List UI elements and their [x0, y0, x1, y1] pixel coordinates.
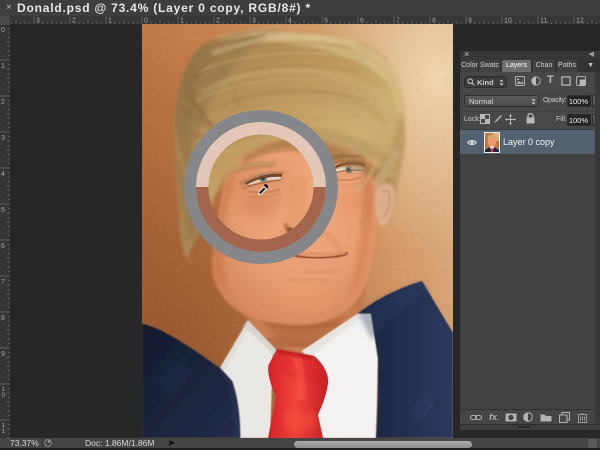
- svg-text:5: 5: [1, 207, 5, 214]
- svg-text:8: 8: [432, 18, 436, 25]
- svg-text:2: 2: [1, 99, 5, 106]
- svg-text:5: 5: [324, 18, 328, 25]
- svg-text:12: 12: [576, 18, 584, 25]
- svg-text:6: 6: [1, 243, 5, 250]
- svg-text:0: 0: [1, 27, 5, 34]
- svg-text:3: 3: [252, 18, 256, 25]
- svg-text:9: 9: [468, 18, 472, 25]
- svg-text:3: 3: [1, 135, 5, 142]
- svg-text:1: 1: [180, 18, 184, 25]
- svg-text:2: 2: [216, 18, 220, 25]
- svg-text:4: 4: [1, 171, 5, 178]
- svg-text:0: 0: [2, 392, 6, 399]
- svg-text:7: 7: [1, 279, 5, 286]
- svg-text:0: 0: [144, 18, 148, 25]
- svg-text:6: 6: [360, 18, 364, 25]
- svg-text:9: 9: [1, 351, 5, 358]
- svg-text:1: 1: [108, 18, 112, 25]
- svg-text:1: 1: [1, 63, 5, 70]
- svg-text:2: 2: [72, 18, 76, 25]
- svg-text:8: 8: [1, 315, 5, 322]
- svg-text:1: 1: [2, 428, 6, 435]
- svg-text:10: 10: [504, 18, 512, 25]
- svg-text:11: 11: [540, 18, 547, 25]
- svg-text:3: 3: [36, 18, 40, 25]
- svg-text:7: 7: [396, 18, 400, 25]
- svg-text:4: 4: [288, 18, 292, 25]
